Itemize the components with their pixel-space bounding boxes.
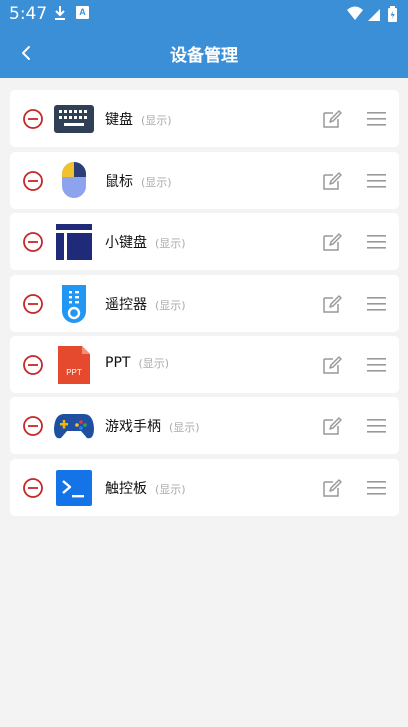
edit-icon[interactable]: [321, 108, 343, 130]
device-name: 游戏手柄 (显示): [105, 419, 200, 435]
edit-icon[interactable]: [321, 415, 343, 437]
device-name: 触控板 (显示): [105, 481, 186, 497]
device-name: PPT (显示): [105, 355, 170, 371]
list-item[interactable]: 鼠标 (显示): [10, 152, 399, 209]
remote-icon: [62, 285, 86, 323]
device-name: 鼠标 (显示): [105, 174, 172, 190]
device-status: (显示): [141, 176, 172, 189]
status-right-icons: [347, 6, 397, 22]
device-status: (显示): [169, 421, 200, 434]
drag-handle-icon[interactable]: [367, 233, 386, 251]
list-item[interactable]: 触控板 (显示): [10, 459, 399, 516]
drag-handle-icon[interactable]: [367, 295, 386, 313]
remove-icon[interactable]: [22, 231, 44, 253]
keyboard-icon: [54, 105, 94, 133]
touchpad-icon: [56, 470, 92, 506]
status-bar: 5:47 A: [0, 0, 408, 28]
svg-text:PPT: PPT: [66, 368, 82, 377]
edit-icon[interactable]: [321, 170, 343, 192]
device-status: (显示): [138, 357, 170, 370]
drag-handle-icon[interactable]: [367, 479, 386, 497]
device-name: 键盘 (显示): [105, 112, 172, 128]
edit-icon[interactable]: [321, 231, 343, 253]
status-time: 5:47: [9, 4, 48, 24]
app-bar: 设备管理: [0, 28, 408, 78]
ppt-icon: PPT: [58, 346, 90, 384]
list-item[interactable]: 游戏手柄 (显示): [10, 397, 399, 454]
a-badge-icon: A: [76, 6, 89, 19]
drag-handle-icon[interactable]: [367, 356, 386, 374]
device-name: 遥控器 (显示): [105, 297, 186, 313]
remove-icon[interactable]: [22, 477, 44, 499]
list-item[interactable]: PPT PPT (显示): [10, 336, 399, 393]
device-name: 小键盘 (显示): [105, 235, 186, 251]
battery-icon: [388, 6, 397, 22]
drag-handle-icon[interactable]: [367, 172, 386, 190]
remove-icon[interactable]: [22, 293, 44, 315]
page-title: 设备管理: [170, 46, 238, 66]
device-status: (显示): [155, 237, 186, 250]
edit-icon[interactable]: [321, 293, 343, 315]
device-status: (显示): [141, 114, 172, 127]
numpad-icon: [56, 224, 92, 260]
remove-icon[interactable]: [22, 415, 44, 437]
device-status: (显示): [155, 299, 186, 312]
mouse-icon: [62, 162, 86, 198]
remove-icon[interactable]: [22, 108, 44, 130]
signal-icon: [368, 9, 380, 21]
gamepad-icon: [54, 414, 94, 439]
list-item[interactable]: 小键盘 (显示): [10, 213, 399, 270]
remove-icon[interactable]: [22, 170, 44, 192]
drag-handle-icon[interactable]: [367, 417, 386, 435]
device-status: (显示): [155, 483, 186, 496]
download-icon: [55, 6, 65, 20]
drag-handle-icon[interactable]: [367, 110, 386, 128]
list-item[interactable]: 遥控器 (显示): [10, 275, 399, 332]
edit-icon[interactable]: [321, 354, 343, 376]
remove-icon[interactable]: [22, 354, 44, 376]
edit-icon[interactable]: [321, 477, 343, 499]
wifi-icon: [347, 6, 363, 20]
list-item[interactable]: 键盘 (显示): [10, 90, 399, 147]
